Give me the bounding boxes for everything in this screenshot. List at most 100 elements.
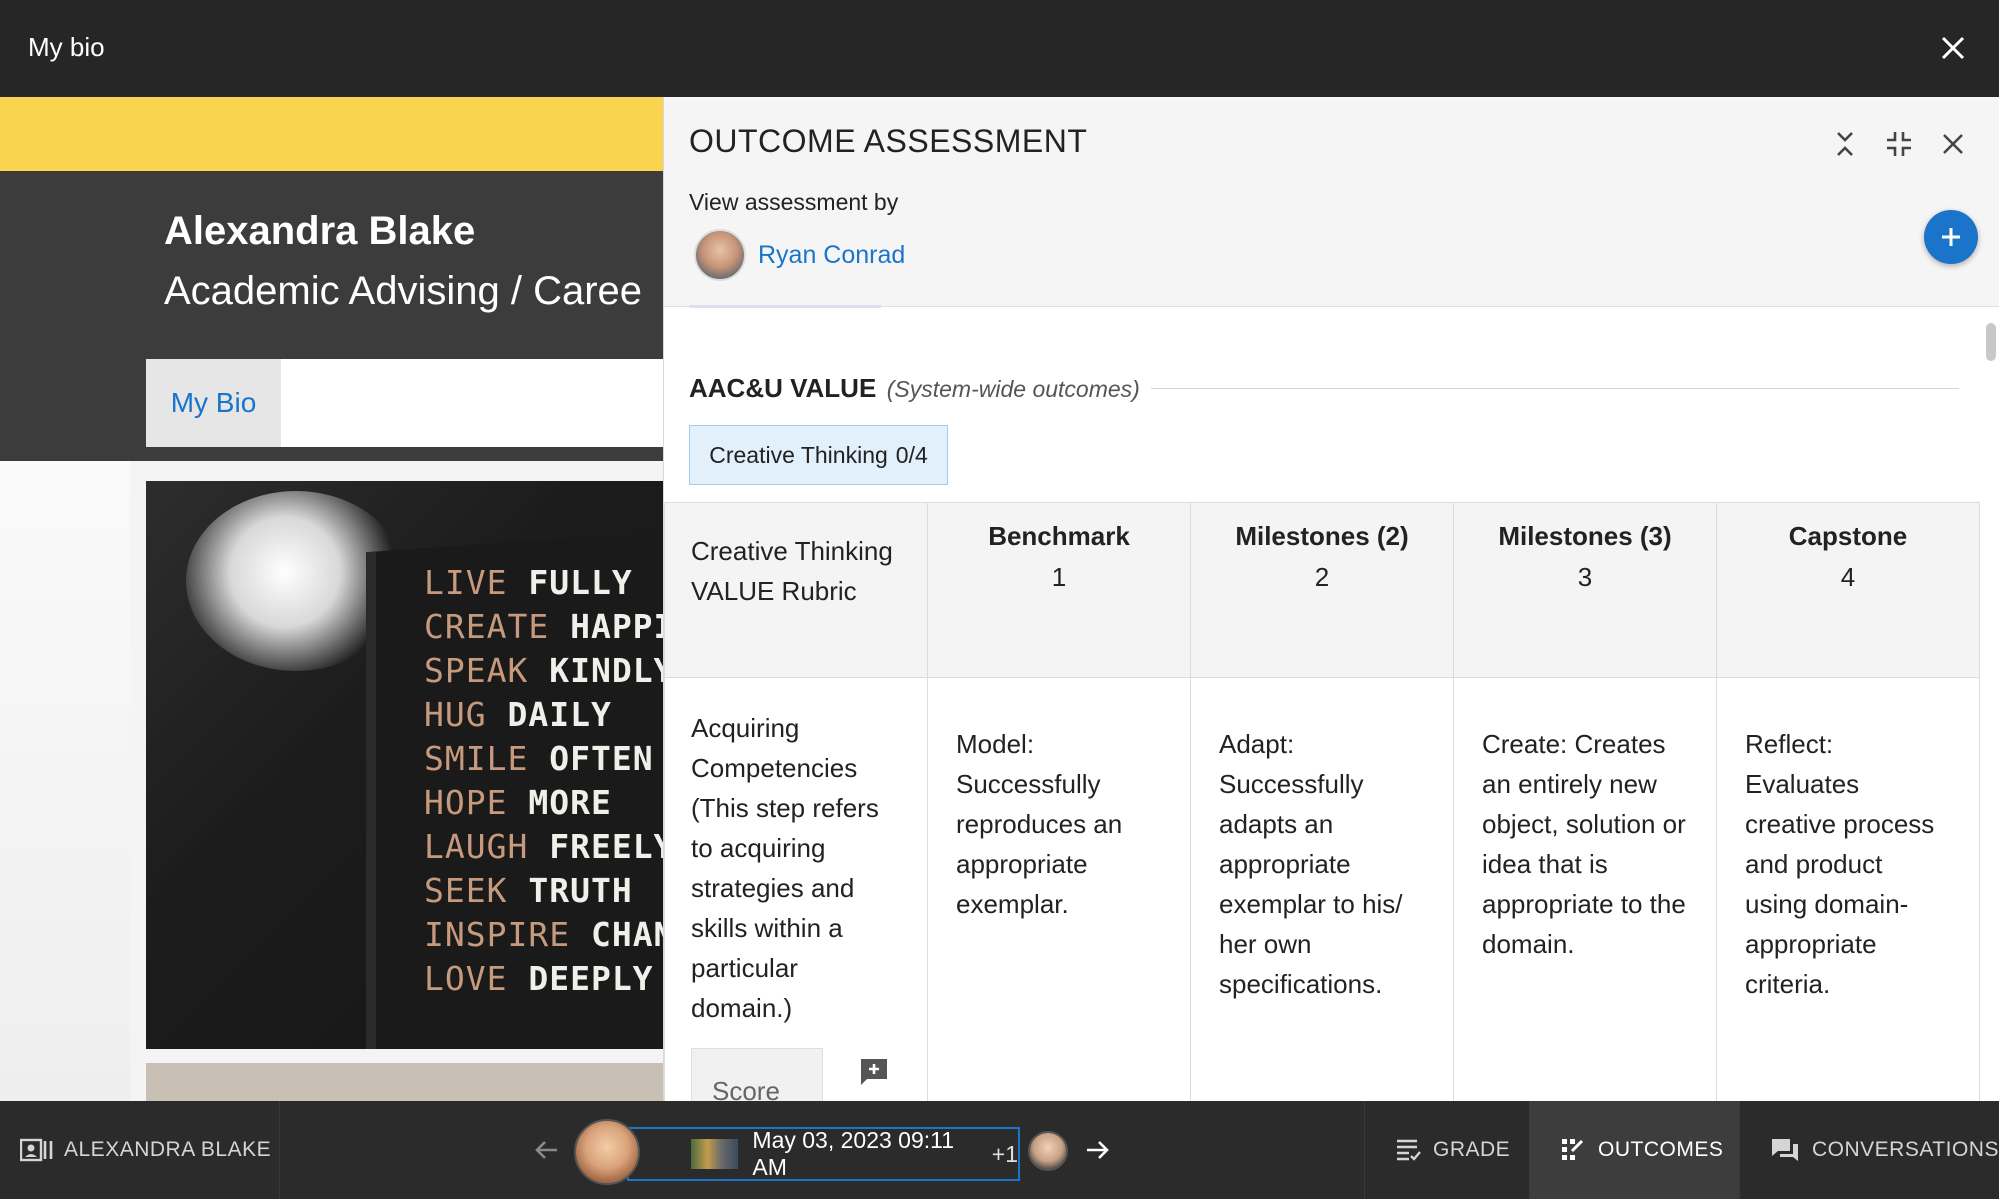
poster-line: INSPIRE CHANG [424, 913, 663, 957]
poster-word: SMILE [424, 739, 550, 778]
poster-word: TRUTH [528, 871, 633, 910]
assessor-link[interactable]: Ryan Conrad [758, 241, 905, 270]
poster-word: DEEPLY [528, 959, 654, 998]
poster-line: LIVE FULLY [424, 561, 663, 605]
level-value: 1 [1051, 562, 1067, 592]
close-panel-icon[interactable] [1936, 127, 1970, 161]
section-divider [1151, 388, 1959, 389]
panel-title: OUTCOME ASSESSMENT [689, 123, 1088, 159]
poster-word: LOVE [424, 959, 529, 998]
assessor-avatar[interactable] [694, 229, 746, 281]
bio-photo-2 [146, 1063, 663, 1101]
level-name: Capstone [1788, 521, 1908, 551]
panel-header: OUTCOME ASSESSMENT View assessment by Ry… [664, 97, 1999, 308]
rubric-cell[interactable]: Model: Successfully reproduces an approp… [927, 677, 1191, 1101]
minimize-icon[interactable] [1882, 127, 1916, 161]
tab-outcomes[interactable]: OUTCOMES [1529, 1101, 1739, 1199]
outcome-name: Creative Thinking [709, 441, 888, 468]
rubric-cell[interactable]: Create: Creates an entirely new object, … [1453, 677, 1717, 1101]
submission-selector[interactable]: May 03, 2023 09:11 AM +1 [627, 1127, 1020, 1181]
grade-list-icon [1397, 1139, 1421, 1161]
level-value: 4 [1840, 562, 1856, 592]
poster-text: LIVE FULLYCREATE HAPPINSPEAK KINDLYHUG D… [424, 561, 663, 1001]
poster-line: LAUGH FREELY [424, 825, 663, 869]
poster-word: HUG [424, 695, 508, 734]
student-avatar[interactable] [574, 1119, 640, 1185]
submission-thumbnail [690, 1139, 739, 1169]
level-value: 3 [1577, 562, 1593, 592]
tab-outcomes-label: OUTCOMES [1598, 1138, 1724, 1161]
add-comment-icon[interactable] [858, 1056, 890, 1088]
level-name: Benchmark [988, 521, 1130, 551]
rubric-title: Creative Thinking VALUE Rubric [664, 502, 928, 678]
poster-word: MORE [528, 783, 612, 822]
score-input[interactable]: Score [691, 1048, 823, 1101]
rubric-cell[interactable]: Reflect: Evaluates creative process and … [1716, 677, 1980, 1101]
bio-photo: LIVE FULLYCREATE HAPPINSPEAK KINDLYHUG D… [146, 481, 663, 1049]
tab-conversations[interactable]: CONVERSATIONS [1739, 1101, 1999, 1199]
poster-word: DAILY [507, 695, 612, 734]
poster-line: HUG DAILY [424, 693, 663, 737]
poster-word: OFTEN [549, 739, 654, 778]
add-assessment-button[interactable] [1924, 210, 1978, 264]
criterion-cell: Acquiring Competencies (This step refers… [664, 677, 928, 1101]
arrow-right-icon[interactable] [1082, 1135, 1112, 1165]
profile-name: Alexandra Blake [164, 209, 476, 253]
outcomes-grid-icon [1562, 1139, 1584, 1160]
section-subtitle: (System-wide outcomes) [886, 376, 1140, 402]
rubric-table: Creative Thinking VALUE Rubric Benchmark… [664, 502, 1980, 1101]
poster-word: KINDLY [549, 651, 663, 690]
level-value: 2 [1314, 562, 1330, 592]
level-header: Capstone 4 [1716, 502, 1980, 678]
outcome-pill-creative-thinking[interactable]: Creative Thinking 0/4 [689, 425, 948, 485]
poster-word: CHANG [590, 915, 663, 954]
more-submissions-count: +1 [991, 1140, 1018, 1167]
tab-conversations-label: CONVERSATIONS [1812, 1138, 1999, 1161]
rubric-cell[interactable]: Adapt: Successfully adapts an appropriat… [1190, 677, 1454, 1101]
window-title: My bio [28, 32, 105, 62]
poster-word: SEEK [424, 871, 529, 910]
tab-indicator [689, 305, 881, 308]
level-header: Milestones (3) 3 [1453, 502, 1717, 678]
poster-word: FULLY [528, 563, 633, 602]
poster-line: SPEAK KINDLY [424, 649, 663, 693]
collapse-vertical-icon[interactable] [1828, 127, 1862, 161]
side-image [0, 461, 130, 1101]
scrollbar[interactable] [1982, 312, 1996, 1101]
outcome-score: 0/4 [895, 441, 928, 468]
next-student-avatar[interactable] [1028, 1131, 1068, 1171]
view-by-label: View assessment by [689, 189, 899, 215]
level-header: Milestones (2) 2 [1190, 502, 1454, 678]
outcome-assessment-panel: OUTCOME ASSESSMENT View assessment by Ry… [663, 97, 1999, 1101]
poster-line: SMILE OFTEN [424, 737, 663, 781]
plus-icon [1942, 228, 1960, 246]
tab-my-bio[interactable]: My Bio [146, 359, 281, 447]
level-header: Benchmark 1 [927, 502, 1191, 678]
close-icon[interactable] [1933, 28, 1973, 68]
scrollbar-thumb[interactable] [1986, 323, 1996, 361]
poster-word: INSPIRE [424, 915, 591, 954]
profile-role: Academic Advising / Caree [164, 269, 643, 313]
poster-word: HOPE [424, 783, 529, 822]
tab-grade[interactable]: GRADE [1364, 1101, 1529, 1199]
poster-word: SPEAK [424, 651, 550, 690]
criterion-text: Acquiring Competencies (This step refers… [691, 713, 879, 1023]
accent-banner [0, 97, 663, 171]
section-name: AAC&U VALUE [689, 373, 877, 403]
poster-line: CREATE HAPPIN [424, 605, 663, 649]
level-name: Milestones (3) [1498, 521, 1672, 551]
poster-line: SEEK TRUTH [424, 869, 663, 913]
bio-page: Alexandra Blake Academic Advising / Care… [0, 97, 663, 1101]
poster-line: LOVE DEEPLY [424, 957, 663, 1001]
arrow-left-icon[interactable] [532, 1135, 562, 1165]
poster-word: FREELY [549, 827, 663, 866]
student-selector[interactable]: ALEXANDRA BLAKE [0, 1101, 280, 1199]
rubric-header-row: Creative Thinking VALUE Rubric Benchmark… [664, 502, 1980, 678]
bio-tabs: My Bio [146, 359, 663, 447]
submission-date: May 03, 2023 09:11 AM [752, 1127, 955, 1180]
poster-word: HAPPIN [570, 607, 663, 646]
outcome-section-header: AAC&U VALUE (System-wide outcomes) [689, 373, 1959, 403]
level-name: Milestones (2) [1235, 521, 1409, 551]
student-name: ALEXANDRA BLAKE [64, 1138, 272, 1161]
poster-word: LAUGH [424, 827, 550, 866]
